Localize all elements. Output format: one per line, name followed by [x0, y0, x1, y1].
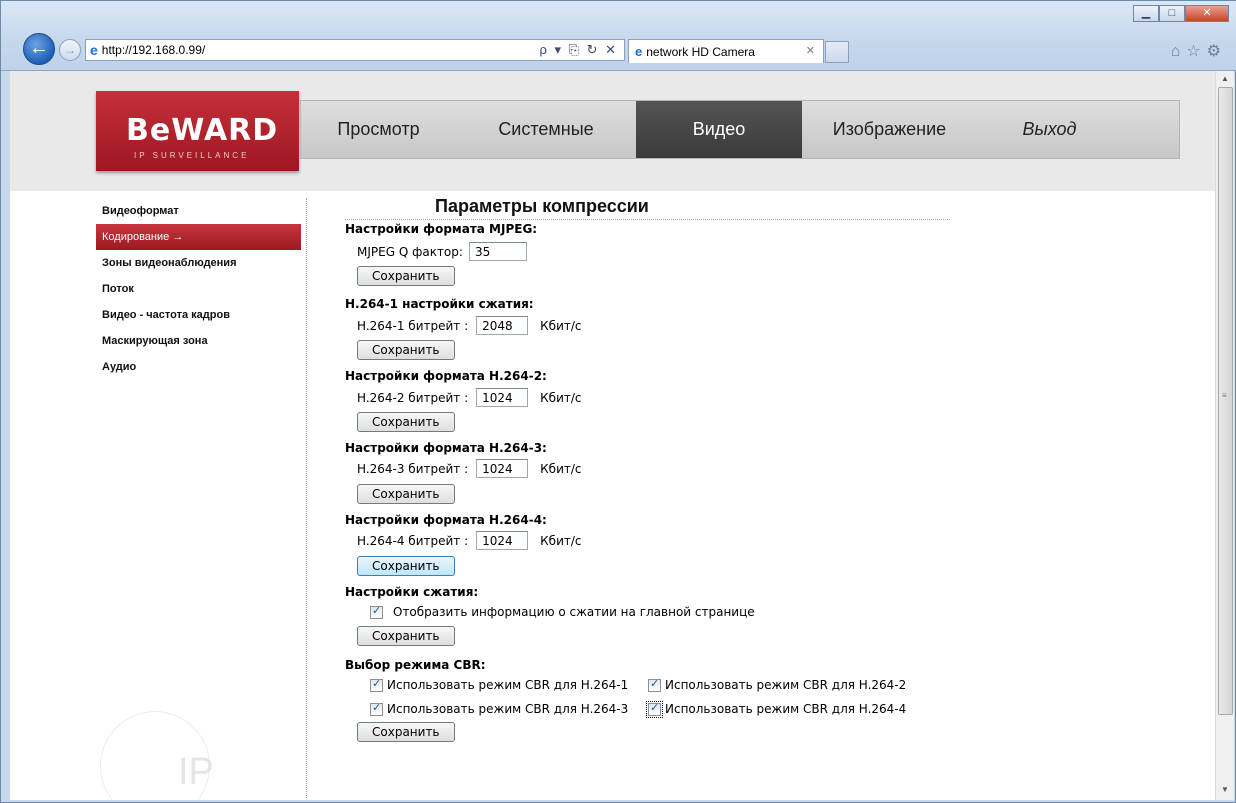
vertical-scrollbar[interactable]: ▲ ≡ ▼ — [1215, 71, 1234, 800]
section-h264-2: Настройки формата H.264-2: — [345, 369, 547, 383]
browser-tab[interactable]: e network HD Camera ✕ — [628, 39, 824, 63]
sidebar-item-framerate[interactable]: Видео - частота кадров — [96, 302, 301, 328]
cbr-option-2: Использовать режим CBR для H.264-2 — [648, 677, 907, 692]
h264-2-label: H.264-2 битрейт : — [357, 390, 469, 405]
menu-video[interactable]: Видео — [636, 101, 802, 158]
h264-1-label: H.264-1 битрейт : — [357, 318, 469, 333]
maximize-icon[interactable]: □ — [1159, 5, 1185, 22]
cbr-4-checkbox[interactable] — [646, 700, 663, 718]
save-mjpeg-button[interactable]: Сохранить — [357, 266, 455, 286]
section-compression: Настройки сжатия: — [345, 585, 479, 599]
h264-2-bitrate-input[interactable] — [476, 388, 529, 407]
menu-view[interactable]: Просмотр — [301, 101, 456, 158]
section-h264-1: H.264-1 настройки сжатия: — [345, 297, 534, 311]
h264-3-row: H.264-3 битрейт : Кбит/с — [357, 459, 582, 478]
h264-3-unit: Кбит/с — [540, 461, 582, 476]
sidebar-item-encoding[interactable]: Кодирование → — [96, 224, 301, 250]
toolbar-icons: ⌂☆⚙ — [1171, 41, 1227, 61]
sidebar-item-audio[interactable]: Аудио — [96, 354, 301, 380]
scroll-down-icon[interactable]: ▼ — [1221, 785, 1229, 794]
show-compression-label: Отобразить информацию о сжатии на главно… — [393, 605, 755, 619]
sidebar: Видеоформат Кодирование → Зоны видеонабл… — [96, 198, 307, 798]
page-title: Параметры компрессии — [435, 196, 649, 216]
save-compression-button[interactable]: Сохранить — [357, 626, 455, 646]
section-cbr: Выбор режима CBR: — [345, 658, 486, 672]
tab-title: network HD Camera — [646, 44, 755, 59]
sidebar-item-zones[interactable]: Зоны видеонаблюдения — [96, 250, 301, 276]
h264-1-row: H.264-1 битрейт : Кбит/с — [357, 316, 582, 335]
sidebar-item-videoformat[interactable]: Видеоформат — [96, 198, 301, 224]
page-viewport: BeWARD IP SURVEILLANCE Просмотр Системны… — [10, 71, 1215, 800]
minimize-icon[interactable]: ▁ — [1133, 5, 1159, 22]
cbr-3-label: Использовать режим CBR для H.264-3 — [387, 702, 629, 716]
save-h264-2-button[interactable]: Сохранить — [357, 412, 455, 432]
new-tab-button[interactable] — [825, 41, 849, 63]
logo-brand: BeWARD — [126, 113, 279, 148]
save-h264-1-button[interactable]: Сохранить — [357, 340, 455, 360]
h264-4-label: H.264-4 битрейт : — [357, 533, 469, 548]
cbr-1-label: Использовать режим CBR для H.264-1 — [387, 678, 629, 692]
logo-subtitle: IP SURVEILLANCE — [134, 151, 250, 160]
section-h264-3: Настройки формата H.264-3: — [345, 441, 547, 455]
title-divider — [345, 219, 950, 220]
h264-1-unit: Кбит/с — [540, 318, 582, 333]
h264-4-unit: Кбит/с — [540, 533, 582, 548]
mjpeg-q-input[interactable] — [468, 242, 527, 261]
compression-row: Отобразить информацию о сжатии на главно… — [370, 604, 755, 619]
favorites-icon[interactable]: ☆ — [1186, 43, 1206, 60]
sidebar-item-stream[interactable]: Поток — [96, 276, 301, 302]
menu-system[interactable]: Системные — [456, 101, 636, 158]
save-cbr-button[interactable]: Сохранить — [357, 722, 455, 742]
menu-image[interactable]: Изображение — [802, 101, 977, 158]
scroll-up-icon[interactable]: ▲ — [1221, 74, 1229, 83]
address-bar[interactable]: e http://192.168.0.99/ ρ ▾ ⎘ ↻ ✕ — [85, 39, 625, 61]
section-h264-4: Настройки формата H.264-4: — [345, 513, 547, 527]
section-mjpeg: Настройки формата MJPEG: — [345, 222, 538, 236]
sidebar-divider — [306, 198, 307, 798]
close-icon[interactable]: ✕ — [1185, 5, 1229, 22]
h264-1-bitrate-input[interactable] — [476, 316, 529, 335]
h264-2-row: H.264-2 битрейт : Кбит/с — [357, 388, 582, 407]
browser-chrome: ▁ □ ✕ ← → e http://192.168.0.99/ ρ ▾ ⎘ ↻… — [1, 1, 1236, 71]
watermark-text: IP — [178, 751, 214, 793]
save-h264-4-button[interactable]: Сохранить — [357, 556, 455, 576]
address-url[interactable]: http://192.168.0.99/ — [102, 43, 205, 57]
main-menu: Просмотр Системные Видео Изображение Вых… — [300, 100, 1180, 159]
mjpeg-label: MJPEG Q фактор: — [357, 244, 463, 259]
cbr-3-checkbox[interactable] — [370, 701, 383, 716]
cbr-2-label: Использовать режим CBR для H.264-2 — [665, 678, 907, 692]
ie-icon: e — [90, 42, 98, 58]
cbr-option-4: Использовать режим CBR для H.264-4 — [646, 700, 907, 718]
tab-close-icon[interactable]: ✕ — [806, 44, 815, 57]
h264-3-label: H.264-3 битрейт : — [357, 461, 469, 476]
scrollbar-thumb[interactable] — [1218, 87, 1233, 715]
ie-icon: e — [635, 44, 643, 59]
h264-2-unit: Кбит/с — [540, 390, 582, 405]
cbr-option-1: Использовать режим CBR для H.264-1 — [370, 677, 629, 692]
window-controls: ▁ □ ✕ — [1133, 5, 1229, 22]
address-tools-icon[interactable]: ρ ▾ ⎘ ↻ ✕ — [539, 42, 618, 58]
cbr-4-label: Использовать режим CBR для H.264-4 — [665, 702, 907, 716]
h264-4-row: H.264-4 битрейт : Кбит/с — [357, 531, 582, 550]
header-band: BeWARD IP SURVEILLANCE Просмотр Системны… — [10, 71, 1215, 191]
h264-3-bitrate-input[interactable] — [476, 459, 529, 478]
h264-4-bitrate-input[interactable] — [476, 531, 529, 550]
scroll-grip-icon: ≡ — [1222, 391, 1227, 400]
mjpeg-row: MJPEG Q фактор: — [357, 242, 527, 261]
forward-button[interactable]: → — [59, 39, 81, 61]
sidebar-item-mask[interactable]: Маскирующая зона — [96, 328, 301, 354]
cbr-2-checkbox[interactable] — [648, 677, 661, 692]
cbr-1-checkbox[interactable] — [370, 677, 383, 692]
save-h264-3-button[interactable]: Сохранить — [357, 484, 455, 504]
menu-logout[interactable]: Выход — [977, 101, 1122, 158]
gear-icon[interactable]: ⚙ — [1207, 43, 1227, 60]
cbr-option-3: Использовать режим CBR для H.264-3 — [370, 701, 629, 716]
back-button[interactable]: ← — [23, 33, 55, 65]
beward-logo: BeWARD IP SURVEILLANCE — [96, 91, 299, 171]
show-compression-checkbox[interactable] — [370, 604, 383, 619]
home-icon[interactable]: ⌂ — [1171, 43, 1187, 60]
